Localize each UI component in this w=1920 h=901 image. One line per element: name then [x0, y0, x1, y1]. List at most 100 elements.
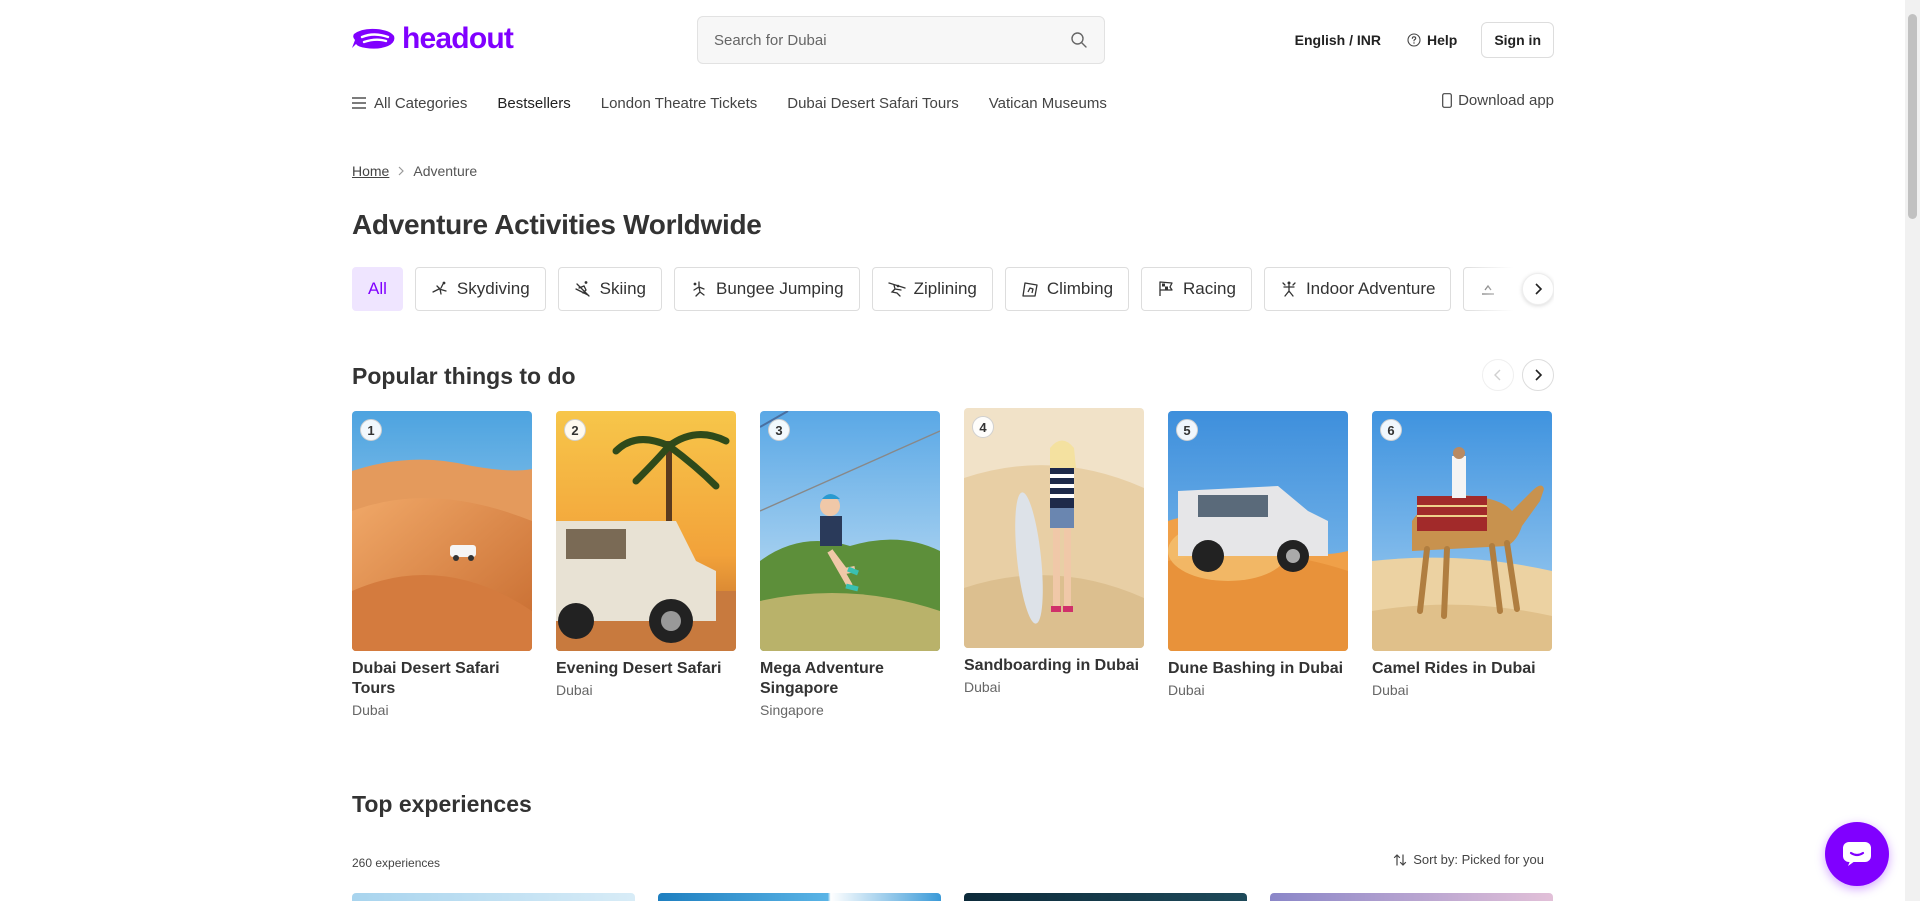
chip-label: Bungee Jumping — [715, 279, 844, 298]
rank-badge: 1 — [360, 419, 382, 441]
nav-link-dubai-desert-safari[interactable]: Dubai Desert Safari Tours — [787, 95, 958, 112]
sort-arrows-icon — [1394, 853, 1407, 866]
experience-card-image[interactable] — [964, 893, 1247, 901]
search-icon[interactable] — [1070, 31, 1088, 49]
chip-bungee-jumping[interactable]: Bungee Jumping — [673, 267, 860, 311]
sort-dropdown[interactable]: Sort by: Picked for you — [1393, 852, 1544, 867]
card-title[interactable]: Sandboarding in Dubai — [964, 656, 1144, 676]
help-circle-icon — [1407, 33, 1421, 47]
chip-climbing[interactable]: Climbing — [1004, 267, 1130, 311]
all-categories-label: All Categories — [374, 94, 468, 112]
page-title: Adventure Activities Worldwide — [352, 209, 762, 240]
header-actions: English / INR Help Sign in — [1295, 22, 1554, 58]
chips-scroll-right-button[interactable] — [1522, 273, 1554, 305]
experience-cards-row — [352, 893, 1554, 901]
chip-racing[interactable]: Racing — [1141, 267, 1252, 311]
racing-flag-icon — [1159, 281, 1173, 296]
all-categories-menu[interactable]: All Categories — [352, 95, 467, 112]
chip-indoor-adventure[interactable]: Indoor Adventure — [1263, 267, 1452, 311]
experience-card-image[interactable] — [1270, 893, 1553, 901]
breadcrumb: Home Adventure — [352, 163, 477, 179]
card-city: Dubai — [352, 702, 389, 718]
card-title[interactable]: Camel Rides in Dubai — [1372, 659, 1552, 679]
sandboarder-image[interactable]: 4 — [964, 408, 1144, 648]
chip-label: Skiing — [599, 279, 646, 298]
hamburger-menu-icon — [352, 97, 366, 109]
popular-card[interactable]: 5 Dune Bashing in Dubai Dubai — [1168, 411, 1348, 698]
breadcrumb-home-link[interactable]: Home — [352, 163, 389, 179]
popular-card[interactable]: 4 Sandboarding in Dubai Dubai — [964, 408, 1144, 695]
page-scrollbar[interactable] — [1905, 0, 1920, 901]
popular-card[interactable]: 3 Mega Adventure Singapore Singapore — [760, 411, 940, 718]
rank-badge: 3 — [768, 419, 790, 441]
rank-badge: 2 — [564, 419, 586, 441]
rank-badge: 5 — [1176, 419, 1198, 441]
search-input[interactable] — [714, 31, 1070, 49]
sign-in-button[interactable]: Sign in — [1481, 22, 1554, 58]
experience-count: 260 experiences — [352, 856, 441, 870]
nav-link-vatican-museums[interactable]: Vatican Museums — [989, 95, 1107, 112]
chip-label: Skydiving — [456, 279, 530, 298]
headout-logo[interactable]: headout — [352, 22, 514, 56]
carousel-next-button[interactable] — [1522, 359, 1554, 391]
download-app-link[interactable]: Download app — [1442, 92, 1554, 109]
chip-label: Indoor Adventure — [1305, 279, 1436, 298]
card-title[interactable]: Mega Adventure Singapore — [760, 659, 940, 699]
nav-link-bestsellers[interactable]: Bestsellers — [497, 95, 570, 112]
desert-dunes-suv-image[interactable]: 1 — [352, 411, 532, 651]
chip-label: Climbing — [1046, 279, 1114, 298]
skydiving-icon — [432, 281, 447, 295]
scrollbar-thumb[interactable] — [1908, 14, 1917, 219]
language-currency-selector[interactable]: English / INR — [1295, 32, 1381, 48]
camel-rider-image[interactable]: 6 — [1372, 411, 1552, 651]
popular-carousel-controls — [1482, 359, 1554, 391]
card-title[interactable]: Dubai Desert Safari Tours — [352, 659, 532, 699]
popular-section-title: Popular things to do — [352, 363, 576, 389]
chip-all[interactable]: All — [352, 267, 403, 311]
card-title[interactable]: Evening Desert Safari — [556, 659, 736, 679]
indoor-adventure-icon — [1282, 281, 1296, 297]
logo-text: headout — [402, 22, 514, 55]
chevron-left-icon — [1494, 369, 1501, 381]
carousel-prev-button[interactable] — [1482, 359, 1514, 391]
rank-badge: 6 — [1380, 419, 1402, 441]
experience-card-image[interactable] — [658, 893, 941, 901]
chip-skiing[interactable]: Skiing — [557, 267, 662, 311]
nav-link-london-theatre[interactable]: London Theatre Tickets — [601, 95, 758, 112]
bungee-jumping-icon — [693, 281, 705, 297]
headout-logo-icon — [352, 28, 395, 49]
palm-tree-jeep-image[interactable]: 2 — [556, 411, 736, 651]
popular-card[interactable]: 1 Dubai Desert Safari Tours Dubai — [352, 411, 532, 718]
zipline-rider-image[interactable]: 3 — [760, 411, 940, 651]
popular-cards: 1 Dubai Desert Safari Tours Dubai 2 Even… — [352, 408, 1554, 731]
skiing-icon — [575, 281, 590, 297]
chat-bubble-icon — [1843, 842, 1871, 866]
card-city: Dubai — [964, 679, 1001, 695]
climbing-icon — [1022, 282, 1038, 297]
top-experiences-title: Top experiences — [352, 791, 532, 817]
chip-skydiving[interactable]: Skydiving — [414, 267, 546, 311]
chip-ziplining[interactable]: Ziplining — [871, 267, 993, 311]
breadcrumb-current: Adventure — [413, 163, 478, 179]
dune-bashing-suv-image[interactable]: 5 — [1168, 411, 1348, 651]
chat-support-button[interactable] — [1825, 822, 1889, 886]
chevron-right-icon — [1535, 369, 1543, 381]
chip-label: Racing — [1183, 279, 1236, 298]
subcategory-chips: All Skydiving Skiing Bungee Jumping Zipl… — [352, 267, 1554, 311]
category-nav: All Categories Bestsellers London Theatr… — [352, 92, 1554, 114]
header: headout English / INR Help Sign in — [352, 16, 1554, 64]
sort-label: Sort by: Picked for you — [1413, 852, 1544, 867]
popular-card[interactable]: 2 Evening Desert Safari Dubai — [556, 411, 736, 698]
rank-badge: 4 — [972, 416, 994, 438]
popular-card[interactable]: 6 Camel Rides in Dubai Dubai — [1372, 411, 1552, 698]
help-label: Help — [1426, 32, 1458, 48]
chevron-right-icon — [398, 166, 405, 176]
experience-card-image[interactable] — [352, 893, 635, 901]
phone-icon — [1442, 93, 1452, 108]
help-link[interactable]: Help — [1407, 32, 1457, 48]
chevron-right-icon — [1535, 283, 1543, 295]
search-bar[interactable] — [697, 16, 1105, 64]
card-city: Dubai — [1168, 682, 1205, 698]
card-title[interactable]: Dune Bashing in Dubai — [1168, 659, 1348, 679]
card-city: Singapore — [760, 702, 824, 718]
